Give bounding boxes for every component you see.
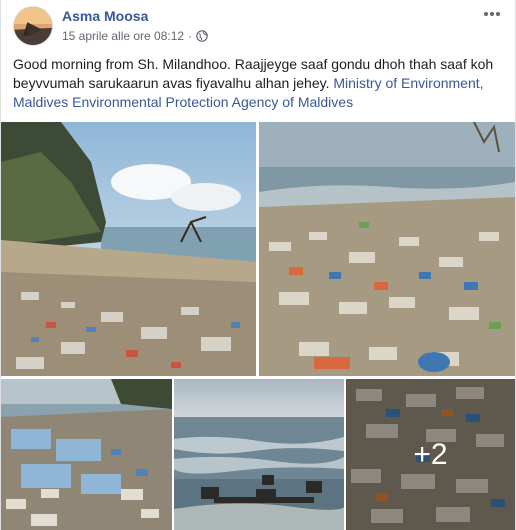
post-timestamp[interactable]: 15 aprile alle ore 08:12 — [62, 29, 184, 43]
photo-1[interactable] — [1, 122, 256, 376]
photo-2[interactable] — [259, 122, 515, 376]
author-avatar[interactable] — [13, 6, 53, 46]
globe-icon[interactable] — [196, 30, 208, 42]
photo-4[interactable] — [174, 379, 344, 530]
author-name[interactable]: Asma Moosa — [62, 8, 148, 24]
more-photos-overlay[interactable]: +2 — [346, 379, 515, 530]
photo-5[interactable]: +2 — [346, 379, 515, 530]
facebook-post: Asma Moosa 15 aprile alle ore 08:12 · Go… — [0, 0, 516, 530]
meta-separator: · — [188, 29, 193, 43]
mention-epa-maldives[interactable]: Environmental Protection Agency of Maldi… — [72, 94, 353, 110]
photo-3[interactable] — [1, 379, 172, 530]
more-options-icon[interactable] — [479, 4, 505, 24]
post-text: Good morning from Sh. Milandhoo. Raajjey… — [13, 55, 503, 112]
post-meta: 15 aprile alle ore 08:12 · — [62, 29, 208, 43]
